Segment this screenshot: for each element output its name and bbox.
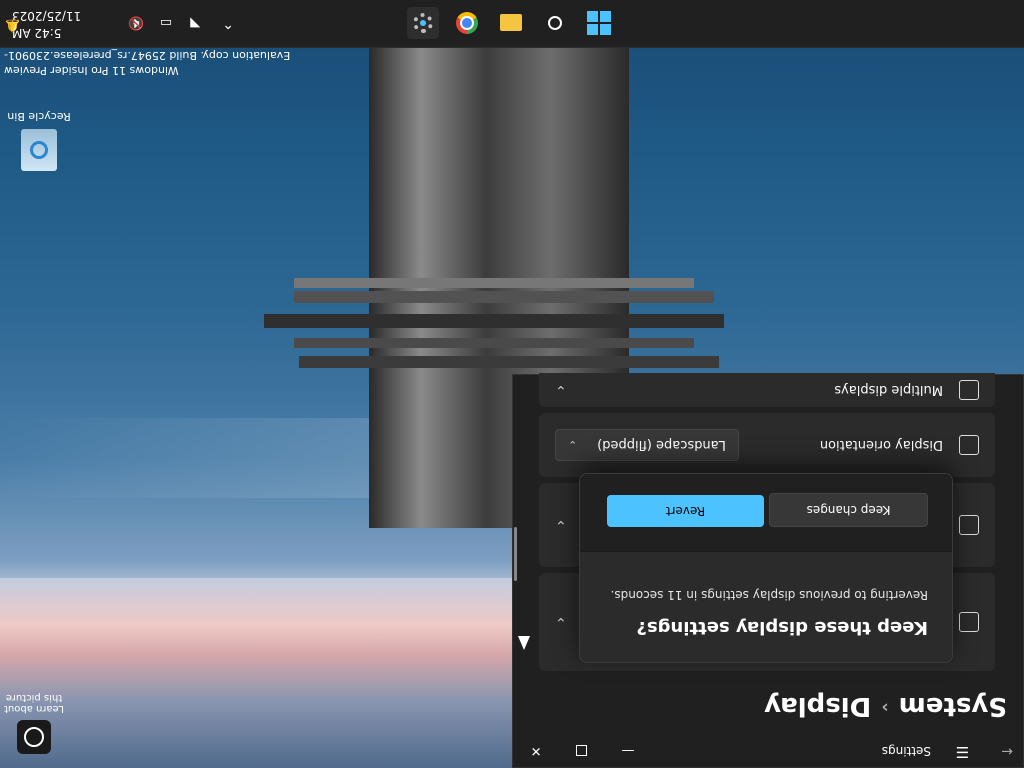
window-title: Settings xyxy=(881,744,931,758)
orientation-label: Display orientation xyxy=(819,437,943,453)
page-title: Display xyxy=(764,691,872,721)
chevron-down-icon: ⌄ xyxy=(568,438,578,452)
scale-icon xyxy=(959,515,979,535)
recycle-bin-icon xyxy=(21,129,57,171)
chevron-down-icon: ⌄ xyxy=(555,517,567,533)
menu-icon[interactable]: ☰ xyxy=(956,743,969,761)
pier-plank xyxy=(294,291,714,303)
breadcrumb-system[interactable]: System xyxy=(899,691,1007,721)
dialog-message: Reverting to previous display settings i… xyxy=(610,588,928,602)
breadcrumb: System › Display xyxy=(764,691,1007,721)
rotate-screen-icon xyxy=(959,435,979,455)
close-button[interactable]: ✕ xyxy=(513,735,559,767)
dialog-title: Keep these display settings? xyxy=(636,617,928,638)
breadcrumb-separator: › xyxy=(881,697,889,718)
file-explorer-icon[interactable] xyxy=(495,7,527,39)
learn-about-picture-button[interactable]: Learn about this picture xyxy=(4,692,64,754)
orientation-value: Landscape (flipped) xyxy=(597,437,726,453)
pier-plank xyxy=(294,278,694,288)
multiple-displays-card[interactable]: Multiple displays ⌄ xyxy=(539,373,995,407)
system-tray: ⌃ ◥ ▭ 🔇 xyxy=(128,0,234,47)
keep-changes-button[interactable]: Keep changes xyxy=(769,493,928,527)
spotlight-label: Learn about this picture xyxy=(4,692,64,714)
volume-muted-icon[interactable]: 🔇 xyxy=(128,16,144,31)
chrome-icon[interactable] xyxy=(451,7,483,39)
minimize-button[interactable]: — xyxy=(605,735,651,767)
chevron-up-icon[interactable]: ⌃ xyxy=(222,15,234,31)
title-bar[interactable]: ← ☰ Settings — ✕ xyxy=(511,735,1023,767)
taskbar: ⌃ ◥ ▭ 🔇 5:42 AM 11/25/2023 🔔 xyxy=(0,0,1024,48)
chevron-down-icon: ⌄ xyxy=(555,382,567,398)
settings-window: ← ☰ Settings — ✕ System › Display ⌄ ⌄ Disp… xyxy=(511,373,1024,768)
orientation-card: Display orientation Landscape (flipped) … xyxy=(539,413,995,477)
battery-icon[interactable]: ▭ xyxy=(160,16,172,31)
chevron-down-icon: ⌄ xyxy=(555,614,567,630)
start-icon[interactable] xyxy=(583,7,615,39)
keep-settings-dialog: Keep these display settings? Reverting t… xyxy=(579,473,953,663)
maximize-button[interactable] xyxy=(559,735,605,767)
recycle-bin-shortcut[interactable]: Recycle Bin xyxy=(4,110,74,171)
dialog-footer: Keep changes Revert xyxy=(580,473,952,552)
orientation-dropdown[interactable]: Landscape (flipped) ⌄ xyxy=(555,429,739,461)
multiple-displays-label: Multiple displays xyxy=(834,382,943,398)
scrollbar[interactable] xyxy=(514,527,517,581)
revert-button[interactable]: Revert xyxy=(607,495,764,527)
network-icon[interactable]: ◥ xyxy=(190,16,200,31)
clock-date: 11/25/2023 xyxy=(12,9,82,23)
pier-plank xyxy=(264,314,724,328)
camera-icon xyxy=(17,720,51,754)
multiple-displays-icon xyxy=(959,380,979,400)
pier-plank xyxy=(294,338,694,348)
search-icon[interactable] xyxy=(539,7,571,39)
clock-time: 5:42 AM xyxy=(12,26,62,40)
desktop-screen: Recycle Bin Windows 11 Pro Insider Previ… xyxy=(0,0,1024,768)
notification-bell-icon[interactable]: 🔔 xyxy=(0,13,20,33)
settings-icon[interactable] xyxy=(407,7,439,39)
recycle-bin-label: Recycle Bin xyxy=(7,110,71,123)
watermark-line-1: Windows 11 Pro Insider Preview xyxy=(4,64,179,77)
clock[interactable]: 5:42 AM 11/25/2023 xyxy=(12,7,102,41)
back-arrow-icon[interactable]: ← xyxy=(1001,743,1013,759)
pier-plank xyxy=(299,356,719,368)
display-icon xyxy=(959,612,979,632)
mouse-cursor xyxy=(518,636,530,650)
